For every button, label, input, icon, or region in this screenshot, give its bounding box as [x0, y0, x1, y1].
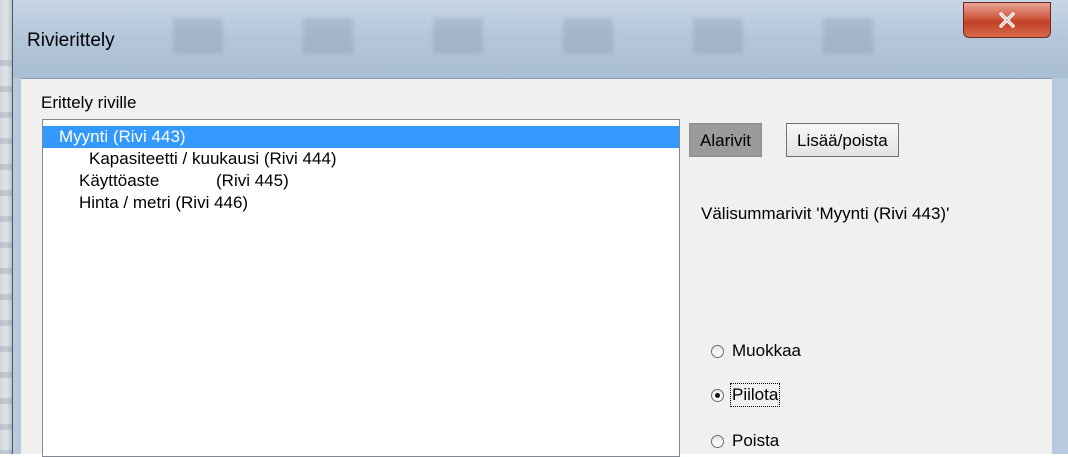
close-button[interactable]: [963, 2, 1051, 38]
radio-muokkaa[interactable]: Muokkaa: [711, 341, 801, 361]
radio-circle[interactable]: [711, 344, 724, 358]
close-icon: [999, 12, 1015, 28]
tab-alarivit[interactable]: Alarivit: [689, 123, 763, 157]
radio-piilota[interactable]: Piilota: [711, 383, 781, 407]
list-item[interactable]: Hinta / metri (Rivi 446): [79, 192, 248, 214]
radio-poista[interactable]: Poista: [711, 431, 779, 451]
dialog-window: Rivierittely Erittely riville Myynti (Ri…: [0, 0, 1068, 457]
background-app-strip: [0, 0, 12, 454]
radio-label: Poista: [732, 431, 780, 450]
radio-circle[interactable]: [711, 434, 724, 448]
list-group-label: Erittely riville: [41, 93, 137, 112]
list-item[interactable]: Käyttöaste (Rivi 445): [79, 170, 289, 192]
frame-border-left: [13, 78, 21, 454]
tab-lisaa-poista[interactable]: Lisää/poista: [786, 123, 899, 157]
radio-label: Muokkaa: [732, 341, 801, 360]
frame-border-right: [1052, 78, 1068, 454]
row-listbox[interactable]: Myynti (Rivi 443) Kapasiteetti / kuukaus…: [42, 119, 680, 457]
dialog-client-area: Erittely riville Myynti (Rivi 443) Kapas…: [21, 78, 1052, 457]
radio-label: Piilota: [729, 383, 781, 407]
list-item[interactable]: Kapasiteetti / kuukausi (Rivi 444): [89, 148, 337, 170]
window-title: Rivierittely: [27, 30, 115, 51]
title-bar[interactable]: Rivierittely: [13, 0, 1068, 78]
panel-subtitle: Välisummarivit 'Myynti (Rivi 443)': [701, 204, 950, 223]
radio-circle[interactable]: [711, 388, 724, 402]
window-frame: Rivierittely Erittely riville Myynti (Ri…: [12, 0, 1068, 457]
list-item[interactable]: Myynti (Rivi 443): [43, 126, 679, 148]
